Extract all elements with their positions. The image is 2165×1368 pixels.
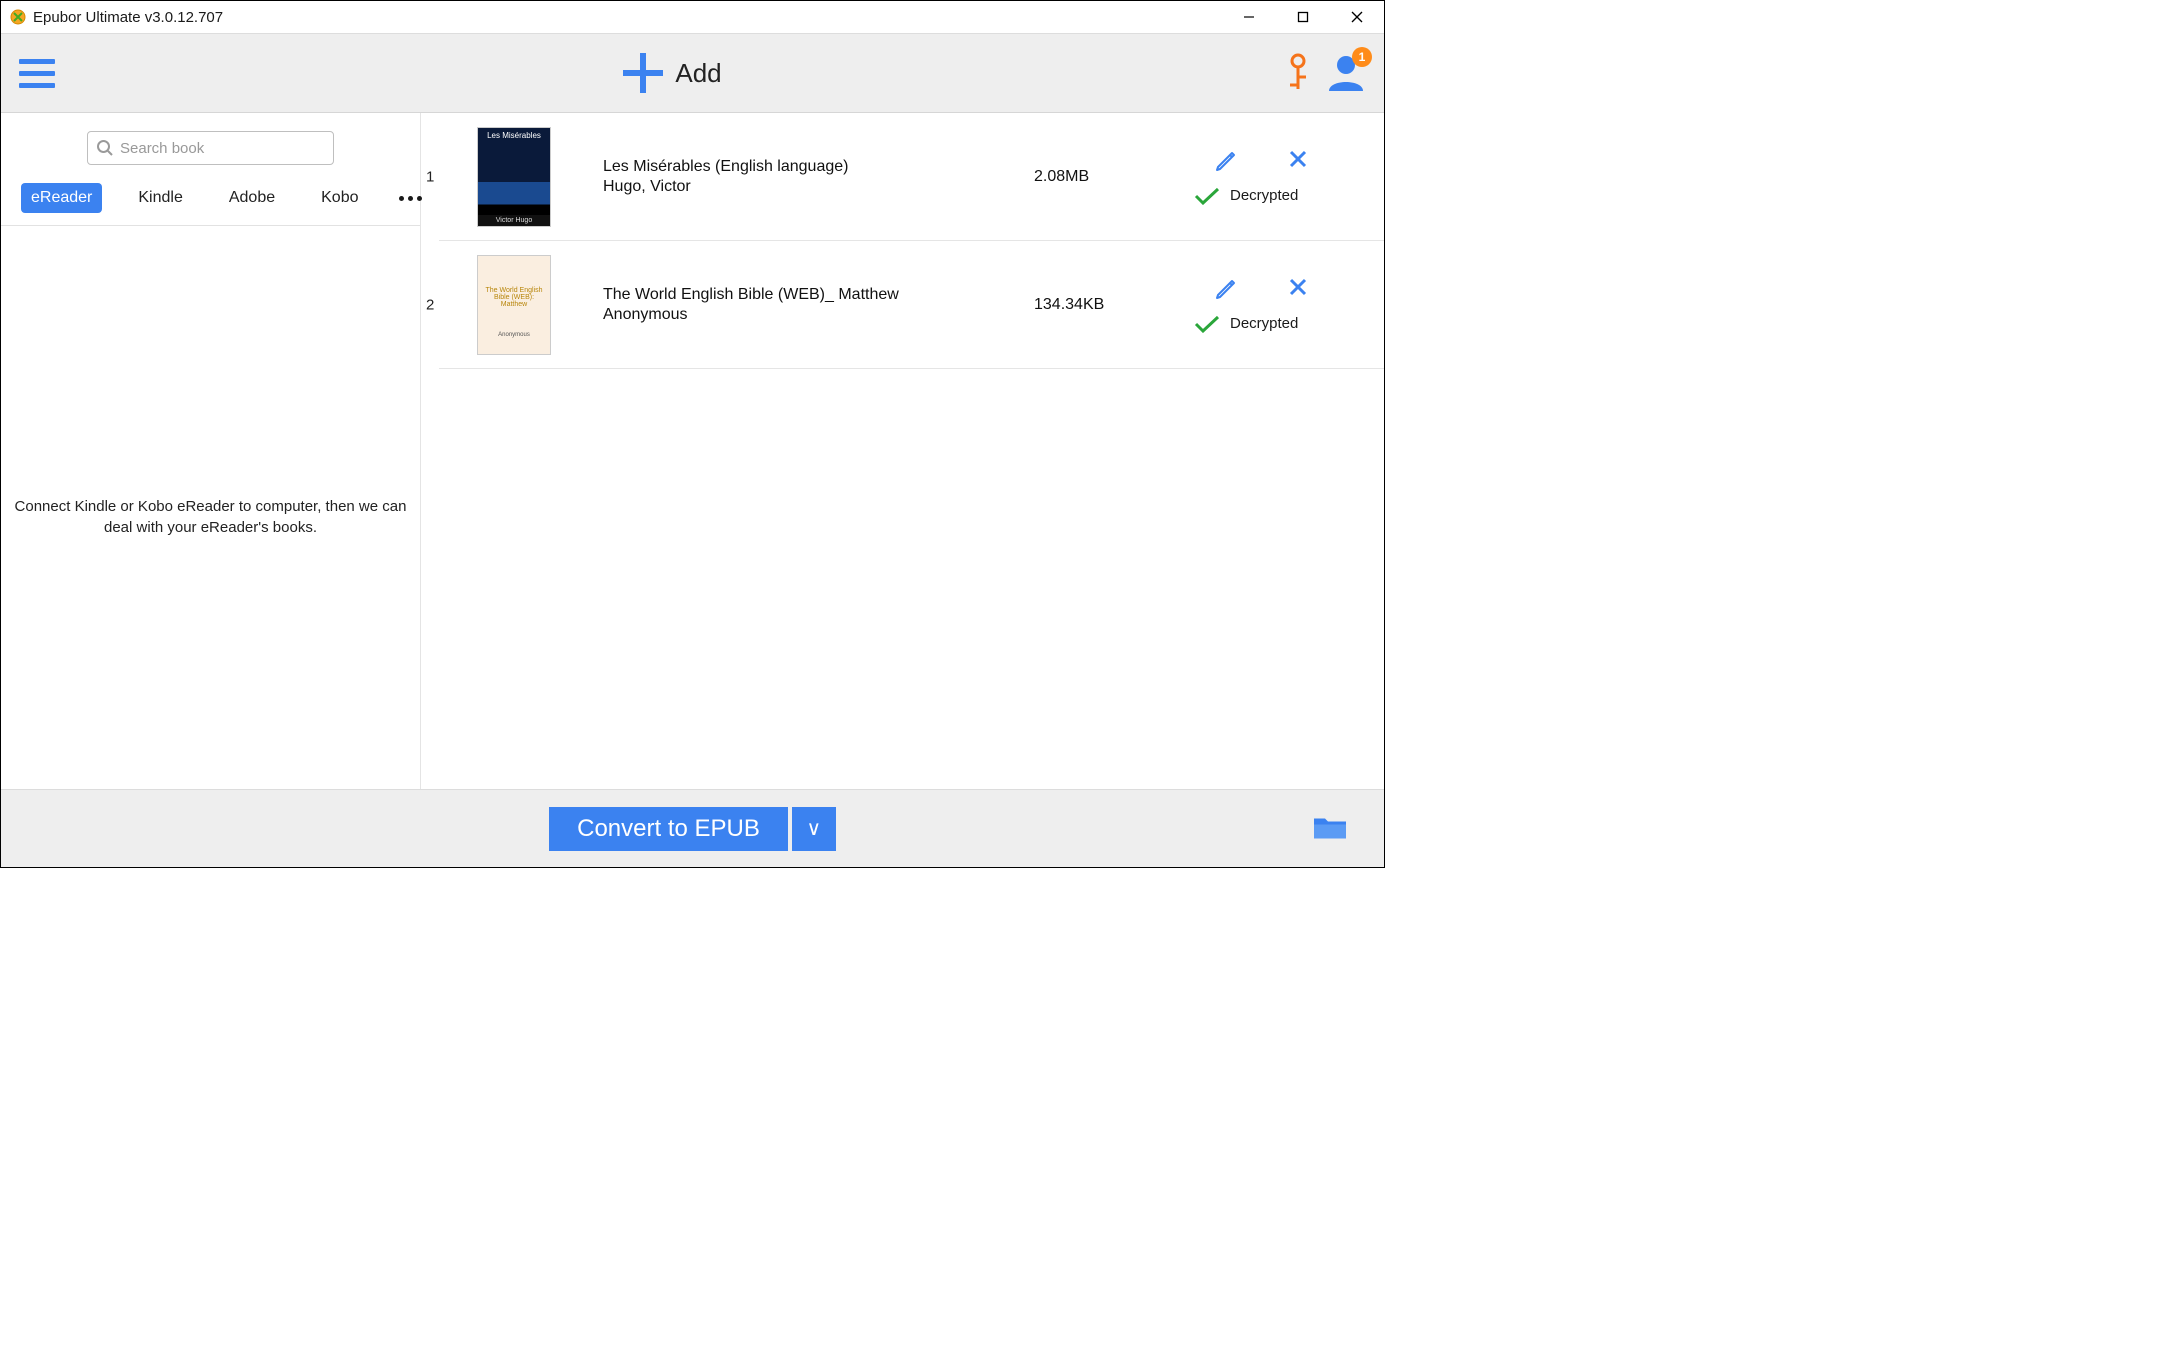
row-index: 2 [426,296,434,313]
check-icon [1194,315,1220,333]
book-meta: Les Misérables (English language) Hugo, … [603,158,1034,196]
toolbar: Add 1 [1,33,1384,113]
tab-kobo[interactable]: Kobo [311,183,368,213]
add-button[interactable]: Add [59,53,1286,93]
chevron-down-icon: ∨ [807,816,822,841]
book-cover: Les Misérables Victor Hugo [477,127,551,227]
window-title: Epubor Ultimate v3.0.12.707 [33,9,223,26]
pencil-icon [1214,277,1238,301]
sidebar-message: Connect Kindle or Kobo eReader to comput… [1,496,420,538]
tab-kindle[interactable]: Kindle [128,183,192,213]
body: eReader Kindle Adobe Kobo Connect Kindle… [1,113,1384,789]
book-author: Anonymous [603,306,1034,324]
ellipsis-icon [399,196,404,201]
tab-adobe[interactable]: Adobe [219,183,285,213]
book-list: 1 Les Misérables Victor Hugo Les Misérab… [439,113,1384,789]
search-input[interactable] [120,140,325,157]
search-icon [96,139,114,157]
key-icon[interactable] [1286,53,1310,93]
edit-button[interactable] [1214,149,1238,173]
row-index: 1 [426,168,434,185]
book-size: 134.34KB [1034,296,1194,314]
remove-button[interactable] [1288,149,1308,173]
app-window: Epubor Ultimate v3.0.12.707 Add [0,0,1385,868]
main-area: 1 Les Misérables Victor Hugo Les Misérab… [421,113,1384,789]
folder-icon [1312,812,1348,842]
check-icon [1194,187,1220,205]
open-output-folder-button[interactable] [1312,812,1348,845]
book-title: The World English Bible (WEB)_ Matthew [603,286,1034,304]
pencil-icon [1214,149,1238,173]
source-tabs: eReader Kindle Adobe Kobo [1,183,420,226]
plus-icon [623,53,663,93]
tab-ereader[interactable]: eReader [21,183,102,213]
book-row[interactable]: 2 The World English Bible (WEB): Matthew… [439,241,1384,369]
book-status: Decrypted [1194,187,1298,205]
book-row[interactable]: 1 Les Misérables Victor Hugo Les Misérab… [439,113,1384,241]
tab-more-button[interactable] [395,190,426,207]
convert-button[interactable]: Convert to EPUB [549,807,788,851]
book-size: 2.08MB [1034,168,1194,186]
book-meta: The World English Bible (WEB)_ Matthew A… [603,286,1034,324]
book-cover: The World English Bible (WEB): Matthew A… [477,255,551,355]
footer: Convert to EPUB ∨ [1,789,1384,867]
close-icon [1288,277,1308,297]
menu-button[interactable] [19,53,59,93]
user-account-button[interactable]: 1 [1326,53,1366,94]
convert-format-dropdown[interactable]: ∨ [792,807,836,851]
book-author: Hugo, Victor [603,178,1034,196]
book-status: Decrypted [1194,315,1298,333]
search-input-wrap[interactable] [87,131,334,165]
book-title: Les Misérables (English language) [603,158,1034,176]
edit-button[interactable] [1214,277,1238,301]
remove-button[interactable] [1288,277,1308,301]
titlebar: Epubor Ultimate v3.0.12.707 [1,1,1384,33]
notification-badge: 1 [1352,47,1372,67]
close-icon [1288,149,1308,169]
hamburger-icon [19,59,55,64]
close-button[interactable] [1330,1,1384,33]
sidebar: eReader Kindle Adobe Kobo Connect Kindle… [1,113,421,789]
minimize-button[interactable] [1222,1,1276,33]
maximize-button[interactable] [1276,1,1330,33]
add-label: Add [675,58,721,89]
app-icon [9,8,27,26]
